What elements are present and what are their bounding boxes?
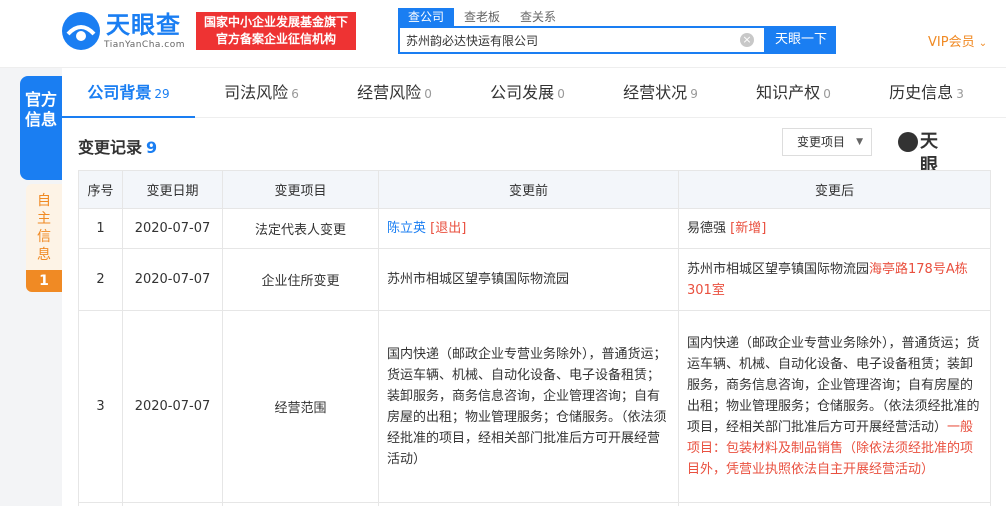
cell-after: 苏州市相城区望亭镇国际物流园海亭路178号A栋301室 xyxy=(678,248,991,311)
table-row: 1 2020-07-07 法定代表人变更 陈立英 [退出] 易德强 [新增] xyxy=(78,208,991,249)
cell-item: 法定代表人变更 xyxy=(222,208,379,249)
table-row: 3 2020-07-07 经营范围 国内快递（邮政企业专营业务除外），普通货运；… xyxy=(78,310,991,503)
table-header-row: 序号 变更日期 变更项目 变更前 变更后 xyxy=(78,170,991,209)
official-badge: 国家中小企业发展基金旗下 官方备案企业征信机构 xyxy=(196,12,356,50)
side-tab-self-info[interactable]: 自主信息 1 xyxy=(26,184,62,292)
tab-label: 经营状况 xyxy=(623,83,688,102)
badge-line-2: 官方备案企业征信机构 xyxy=(215,32,336,46)
logo-text: 天眼查 xyxy=(106,11,181,39)
main-panel: 公司背景 29 司法风险 6 经营风险 0 公司发展 0 经营状况 9 知识产权 0 历史信… xyxy=(62,68,1006,506)
search-tab-relation[interactable]: 查关系 xyxy=(510,8,566,26)
tab-operating-risk[interactable]: 经营风险 0 xyxy=(328,68,461,118)
tab-label: 司法风险 xyxy=(224,83,289,102)
category-tabs: 公司背景 29 司法风险 6 经营风险 0 公司发展 0 经营状况 9 知识产权 0 历史信… xyxy=(62,68,1006,118)
section-count: 9 xyxy=(146,138,158,157)
tab-count: 6 xyxy=(291,87,299,101)
header-after: 变更后 xyxy=(678,170,991,209)
cell-no: 3 xyxy=(78,310,123,503)
table-row: 2 2020-07-07 企业住所变更 苏州市相城区望亭镇国际物流园 苏州市相城… xyxy=(78,248,991,311)
search-tab-company[interactable]: 查公司 xyxy=(398,8,455,26)
exit-tag: [退出] xyxy=(430,221,467,236)
cell-before: 国内快递（邮政企业专营业务除外），普通货运；货运车辆、机械、自动化设备、电子设备… xyxy=(378,310,679,503)
change-item-filter[interactable]: 变更项目 ▼ xyxy=(782,128,872,156)
caret-down-icon: ▼ xyxy=(856,137,863,147)
filter-label: 变更项目 xyxy=(797,135,846,149)
cell-date: 2020-07-07 xyxy=(122,310,223,503)
section-title-text: 变更记录 xyxy=(78,138,143,157)
cell-empty xyxy=(78,502,123,506)
cell-after: 易德强 [新增] xyxy=(678,208,991,249)
tab-label: 知识产权 xyxy=(756,83,821,102)
tab-count: 0 xyxy=(424,87,432,101)
change-record-table: 序号 变更日期 变更项目 变更前 变更后 1 2020-07-07 法定代表人变… xyxy=(78,170,991,506)
badge-line-1: 国家中小企业发展基金旗下 xyxy=(203,15,348,29)
header-item: 变更项目 xyxy=(222,170,379,209)
logo-eye-icon xyxy=(62,12,100,50)
cell-empty xyxy=(222,502,379,506)
person-name: 易德强 xyxy=(687,221,727,236)
cell-empty xyxy=(122,502,223,506)
tab-count: 29 xyxy=(154,87,170,101)
tab-history-info[interactable]: 历史信息 3 xyxy=(860,68,993,118)
tab-count: 0 xyxy=(557,87,565,101)
after-main-text: 国内快递（邮政企业专营业务除外），普通货运；货运车辆、机械、自动化设备、电子设备… xyxy=(687,336,980,435)
tab-company-background[interactable]: 公司背景 29 xyxy=(62,68,195,118)
vip-label: VIP会员 xyxy=(928,35,975,50)
search-box: × xyxy=(398,26,766,54)
vip-member-link[interactable]: VIP会员 ⌄ xyxy=(928,31,987,50)
header-no: 序号 xyxy=(78,170,123,209)
cell-no: 2 xyxy=(78,248,123,311)
logo-subtitle: TianYanCha.com xyxy=(104,40,186,50)
side-tab-official-info[interactable]: 官方信息 xyxy=(20,76,62,180)
cell-after: 国内快递（邮政企业专营业务除外），普通货运；货运车辆、机械、自动化设备、电子设备… xyxy=(678,310,991,503)
tab-operating-status[interactable]: 经营状况 9 xyxy=(594,68,727,118)
tab-label: 经营风险 xyxy=(357,83,422,102)
clear-icon[interactable]: × xyxy=(740,33,754,47)
tab-count: 3 xyxy=(956,87,964,101)
tab-judicial-risk[interactable]: 司法风险 6 xyxy=(195,68,328,118)
search-input[interactable] xyxy=(406,30,726,50)
side-self-label: 自主信息 xyxy=(37,193,51,263)
chevron-down-icon: ⌄ xyxy=(978,38,988,49)
tab-intellectual-property[interactable]: 知识产权 0 xyxy=(727,68,860,118)
cell-no: 1 xyxy=(78,208,123,249)
tab-company-development[interactable]: 公司发展 0 xyxy=(461,68,594,118)
cell-empty xyxy=(678,502,991,506)
tab-label: 历史信息 xyxy=(889,83,954,102)
tab-count: 9 xyxy=(690,87,698,101)
watermark-eye-icon xyxy=(898,132,918,152)
cell-item: 经营范围 xyxy=(222,310,379,503)
tianyancha-logo[interactable]: 天眼查 TianYanCha.com xyxy=(62,10,190,56)
tab-label: 公司背景 xyxy=(87,83,152,102)
cell-empty xyxy=(378,502,679,506)
after-main-text: 苏州市相城区望亭镇国际物流园 xyxy=(687,261,870,277)
cell-before: 苏州市相城区望亭镇国际物流园 xyxy=(378,248,679,311)
section-title: 变更记录 9 xyxy=(78,134,157,158)
cell-date: 2020-07-07 xyxy=(122,208,223,249)
search-button[interactable]: 天眼一下 xyxy=(766,26,836,54)
cell-item: 企业住所变更 xyxy=(222,248,379,311)
search-tab-boss[interactable]: 查老板 xyxy=(454,8,510,26)
header-date: 变更日期 xyxy=(122,170,223,209)
tab-count: 0 xyxy=(823,87,831,101)
header-before: 变更前 xyxy=(378,170,679,209)
table-row xyxy=(78,502,991,506)
tab-label: 公司发展 xyxy=(490,83,555,102)
new-tag: [新增] xyxy=(730,221,767,236)
person-link[interactable]: 陈立英 xyxy=(387,221,426,236)
search-type-tabs: 查公司 查老板 查关系 xyxy=(398,8,566,26)
top-header: 天眼查 TianYanCha.com 国家中小企业发展基金旗下 官方备案企业征信… xyxy=(0,0,1006,68)
cell-before: 陈立英 [退出] xyxy=(378,208,679,249)
cell-date: 2020-07-07 xyxy=(122,248,223,311)
side-self-count: 1 xyxy=(26,270,62,292)
